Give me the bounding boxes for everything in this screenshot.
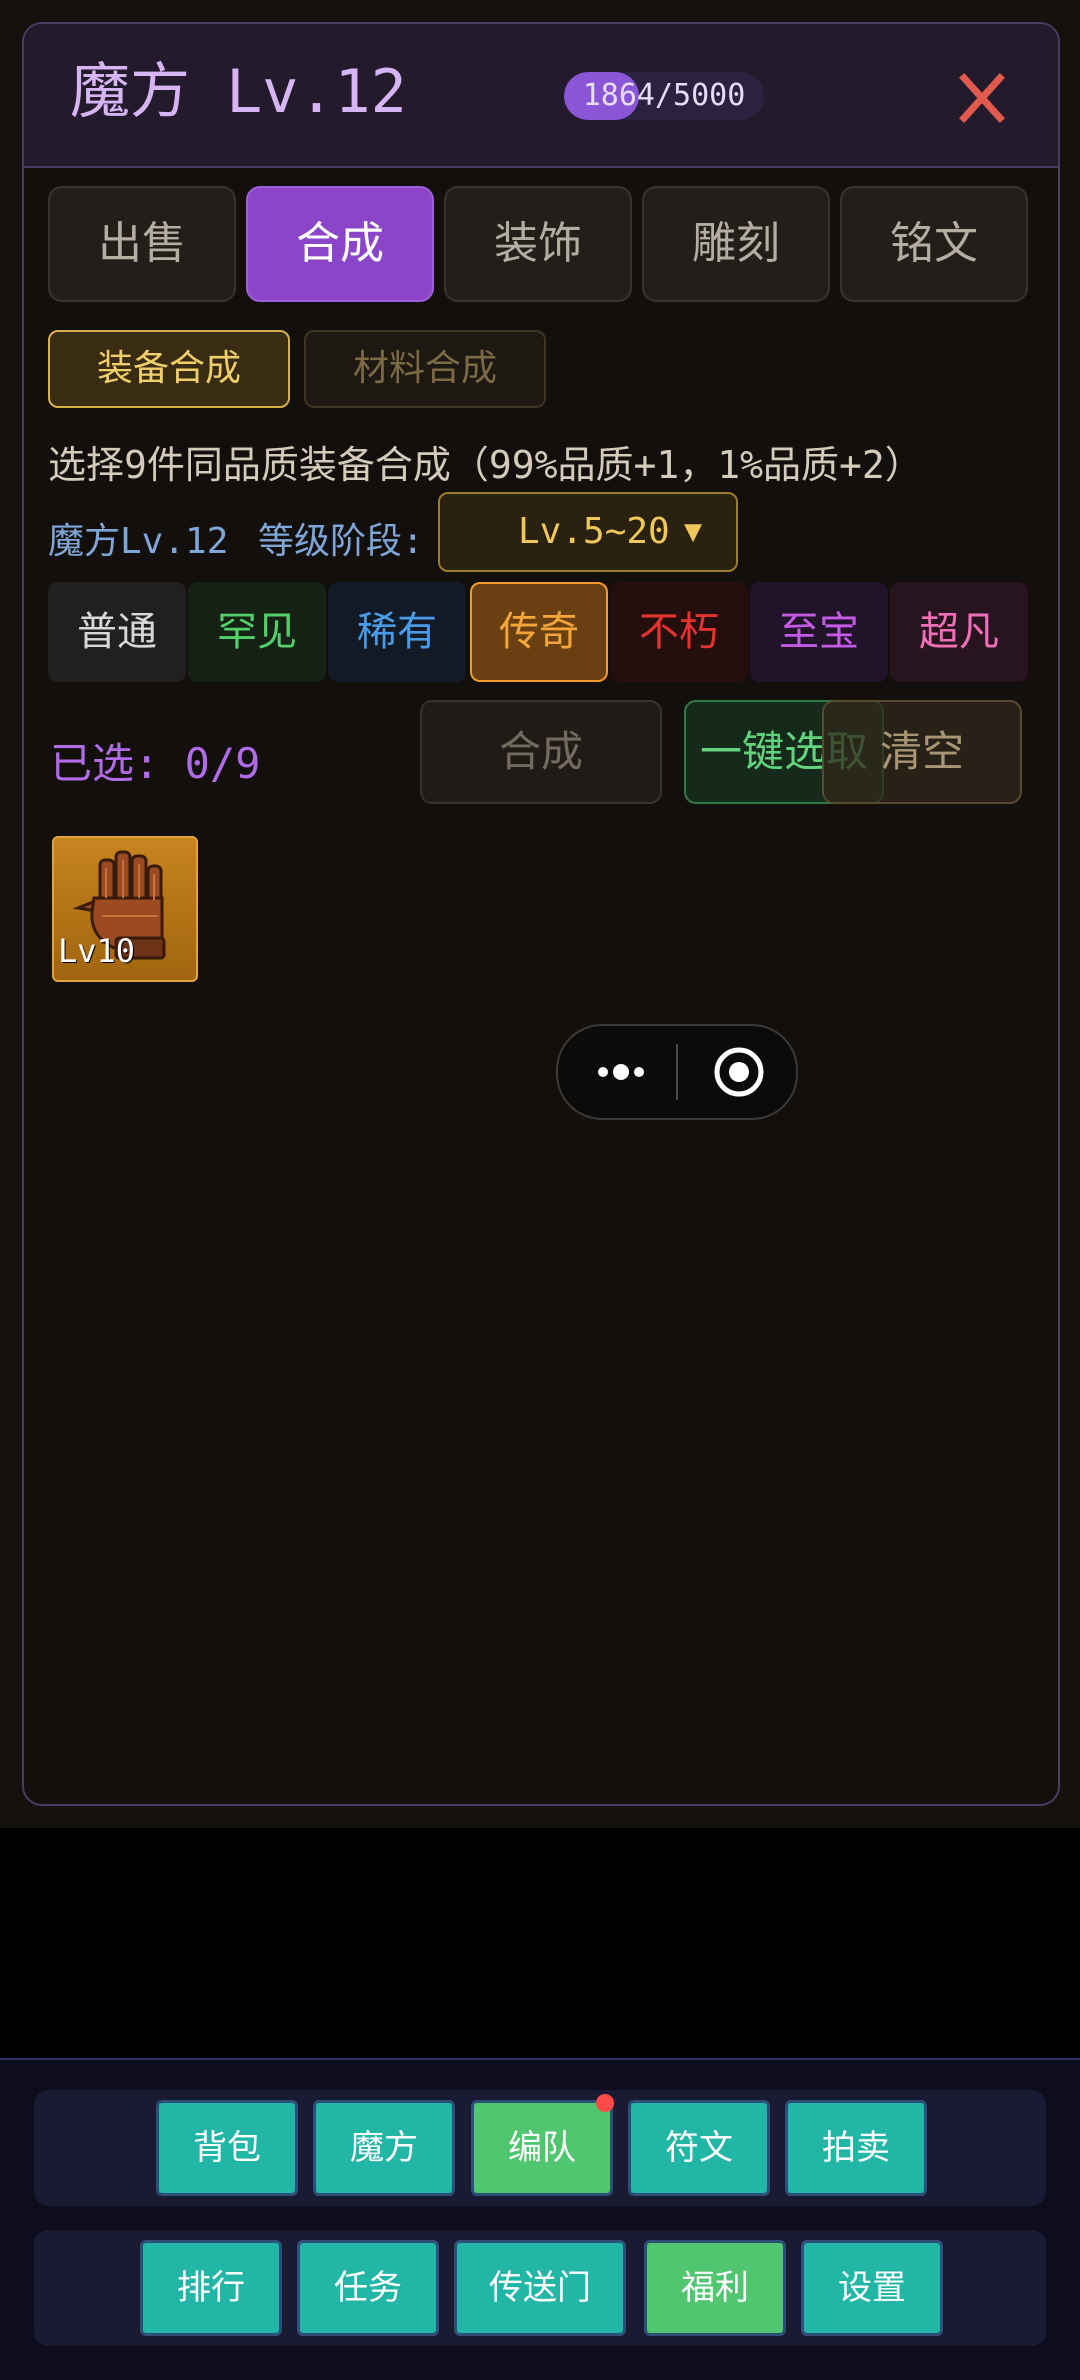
quality-uncommon-label: 罕见 (217, 609, 297, 655)
target-icon (714, 1047, 764, 1097)
quality-common-label: 普通 (77, 609, 157, 655)
nav-portal[interactable]: 传送门 (454, 2240, 626, 2336)
quality-legendary-label: 传奇 (499, 609, 579, 655)
chevron-down-icon: ▼ (684, 514, 703, 549)
quality-rare[interactable]: 稀有 (328, 582, 466, 682)
tab-sell[interactable]: 出售 (48, 186, 236, 302)
quality-transcendent[interactable]: 超凡 (890, 582, 1028, 682)
synthesis-description: 选择9件同品质装备合成（99%品质+1，1%品质+2） (48, 443, 923, 487)
stage-select[interactable]: Lv.5~20 ▼ (438, 492, 738, 572)
exp-progress-bar: 1864/5000 (564, 72, 764, 120)
nav-auction[interactable]: 拍卖 (785, 2100, 927, 2196)
nav-row-1: 背包 魔方 编队 符文 拍卖 (34, 2090, 1046, 2206)
more-button[interactable] (572, 1042, 670, 1102)
selected-count: 已选: 0/9 (50, 739, 261, 788)
close-icon (959, 73, 1005, 123)
quality-legendary[interactable]: 传奇 (470, 582, 608, 682)
quality-rare-label: 稀有 (357, 609, 437, 655)
nav-backpack[interactable]: 背包 (156, 2100, 298, 2196)
subtab-equipment-synthesis[interactable]: 装备合成 (48, 330, 290, 408)
nav-row-2: 排行 任务 传送门 福利 设置 (34, 2230, 1046, 2346)
quality-treasure[interactable]: 至宝 (750, 582, 888, 682)
close-button[interactable] (946, 62, 1018, 134)
cube-panel: 魔方 Lv.12 1864/5000 出售 合成 装饰 雕刻 铭文 装备合成 材… (22, 22, 1060, 1806)
stage-select-value: Lv.5~20 (518, 511, 670, 552)
tab-inscription[interactable]: 铭文 (840, 186, 1028, 302)
item-level: Lv10 (58, 932, 136, 970)
quality-immortal-label: 不朽 (639, 609, 719, 655)
nav-cube[interactable]: 魔方 (313, 2100, 455, 2196)
nav-tasks[interactable]: 任务 (297, 2240, 439, 2336)
clear-button[interactable]: 清空 (822, 700, 1022, 804)
subtab-material-synthesis[interactable]: 材料合成 (304, 330, 546, 408)
nav-formation[interactable]: 编队 (471, 2100, 613, 2196)
nav-settings[interactable]: 设置 (801, 2240, 943, 2336)
notification-dot (596, 2094, 614, 2112)
equipment-item-slot[interactable]: Lv10 (52, 836, 198, 982)
quality-transcendent-label: 超凡 (919, 609, 999, 655)
miniprogram-capsule (556, 1024, 798, 1120)
quality-common[interactable]: 普通 (48, 582, 186, 682)
cube-level-label: 魔方Lv.12 (48, 521, 229, 562)
quality-immortal[interactable]: 不朽 (610, 582, 748, 682)
stage-label: 等级阶段: (258, 521, 424, 562)
tab-engrave[interactable]: 雕刻 (642, 186, 830, 302)
panel-header: 魔方 Lv.12 1864/5000 (24, 24, 1058, 168)
synthesize-button[interactable]: 合成 (420, 700, 662, 804)
close-miniprogram-button[interactable] (684, 1042, 782, 1102)
bottom-nav: 背包 魔方 编队 符文 拍卖 排行 任务 传送门 福利 设置 (0, 2058, 1080, 2380)
exp-progress-text: 1864/5000 (582, 78, 746, 113)
quality-treasure-label: 至宝 (779, 609, 859, 655)
more-icon (598, 1064, 644, 1080)
nav-welfare[interactable]: 福利 (644, 2240, 786, 2336)
nav-ranking[interactable]: 排行 (140, 2240, 282, 2336)
quality-uncommon[interactable]: 罕见 (188, 582, 326, 682)
capsule-divider (676, 1044, 678, 1100)
tab-synthesize[interactable]: 合成 (246, 186, 434, 302)
nav-rune[interactable]: 符文 (628, 2100, 770, 2196)
page-title: 魔方 Lv.12 (70, 57, 407, 127)
tab-decoration[interactable]: 装饰 (444, 186, 632, 302)
